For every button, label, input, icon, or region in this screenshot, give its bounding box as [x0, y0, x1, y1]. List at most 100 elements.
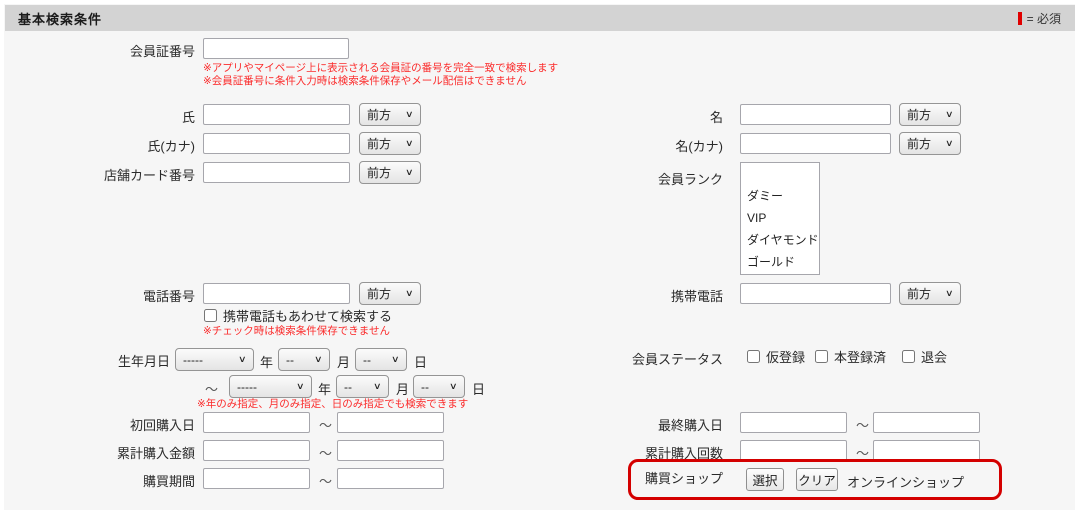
last-name-kana-match-select[interactable]: 前方 ∨	[359, 132, 421, 155]
first-purchase-tilde: ～	[319, 418, 333, 433]
birthdate-from-month-select[interactable]: -- ∨	[278, 348, 330, 371]
last-purchase-label: 最終購入日	[657, 418, 723, 433]
first-purchase-to-input[interactable]	[337, 412, 444, 433]
store-card-label: 店舗カード番号	[103, 168, 195, 183]
section-title: 基本検索条件	[18, 11, 103, 27]
member-card-label: 会員証番号	[129, 44, 195, 59]
chevron-down-icon: ∨	[238, 354, 247, 364]
listbox-option[interactable]: VIP	[741, 207, 819, 229]
required-legend-label: = 必須	[1026, 11, 1061, 26]
total-amount-to-input[interactable]	[337, 440, 444, 461]
member-status-provisional-checkbox[interactable]	[747, 350, 760, 363]
listbox-option[interactable]: ダイヤモンド	[741, 229, 819, 251]
last-name-kana-input[interactable]	[203, 133, 350, 154]
chevron-down-icon: ∨	[945, 138, 954, 148]
birthdate-from-day-value: --	[363, 352, 371, 367]
first-name-match-value: 前方	[907, 108, 932, 122]
last-purchase-from-input[interactable]	[740, 412, 847, 433]
last-name-match-select[interactable]: 前方 ∨	[359, 103, 421, 126]
basic-search-form: 基本検索条件 = 必須 会員証番号 ※アプリやマイページ上に表示される会員証の番…	[0, 0, 1083, 514]
first-purchase-from-input[interactable]	[203, 412, 310, 433]
first-name-kana-match-select[interactable]: 前方 ∨	[899, 132, 961, 155]
chevron-down-icon: ∨	[945, 288, 954, 298]
form-panel	[4, 4, 1075, 510]
birthdate-from-day-select[interactable]: -- ∨	[355, 348, 407, 371]
member-card-note-2: ※会員証番号に条件入力時は検索条件保存やメール配信はできません	[203, 75, 527, 87]
last-name-kana-match-value: 前方	[367, 137, 392, 151]
first-purchase-label: 初回購入日	[129, 418, 195, 433]
purchase-shop-select-button[interactable]: 選択	[746, 468, 784, 491]
listbox-option[interactable]	[741, 163, 819, 185]
phone-match-select[interactable]: 前方 ∨	[359, 282, 421, 305]
birthdate-to-year-suffix: 年	[318, 382, 332, 397]
last-purchase-tilde: ～	[856, 418, 870, 433]
first-name-input[interactable]	[740, 104, 891, 125]
member-rank-listbox[interactable]: ダミー VIP ダイヤモンド ゴールド	[740, 162, 820, 275]
birthdate-from-month-value: --	[286, 352, 294, 367]
member-status-option-withdrawn: 退会	[902, 347, 947, 366]
birthdate-to-day-select[interactable]: -- ∨	[413, 375, 465, 398]
chevron-down-icon: ∨	[945, 109, 954, 119]
birthdate-from-year-value: -----	[183, 352, 203, 367]
birthdate-from-year-select[interactable]: ----- ∨	[175, 348, 254, 371]
last-name-label: 氏	[181, 110, 195, 125]
birthdate-note: ※年のみ指定、月のみ指定、日のみ指定でも検索できます	[197, 398, 469, 410]
birthdate-to-year-select[interactable]: ----- ∨	[229, 375, 312, 398]
phone-input[interactable]	[203, 283, 350, 304]
member-status-provisional-label: 仮登録	[766, 350, 806, 365]
mobile-match-value: 前方	[907, 287, 932, 301]
member-card-note-1: ※アプリやマイページ上に表示される会員証の番号を完全一致で検索します	[203, 62, 559, 74]
required-marker-icon	[1017, 11, 1022, 25]
mobile-match-select[interactable]: 前方 ∨	[899, 282, 961, 305]
phone-label: 電話番号	[142, 289, 195, 304]
birthdate-from-month-suffix: 月	[337, 355, 351, 370]
purchase-shop-clear-button[interactable]: クリア	[796, 468, 838, 491]
first-name-kana-label: 名(カナ)	[675, 139, 723, 154]
listbox-option[interactable]: ゴールド	[741, 251, 819, 273]
total-amount-label: 累計購入金額	[116, 446, 195, 461]
store-card-match-value: 前方	[367, 166, 392, 180]
chevron-down-icon: ∨	[405, 138, 414, 148]
purchase-period-to-input[interactable]	[337, 468, 444, 489]
store-card-match-select[interactable]: 前方 ∨	[359, 161, 421, 184]
total-count-to-input[interactable]	[873, 440, 980, 461]
purchase-shop-label: 購買ショップ	[644, 471, 723, 486]
last-purchase-to-input[interactable]	[873, 412, 980, 433]
member-card-input[interactable]	[203, 38, 349, 59]
member-rank-label: 会員ランク	[657, 172, 723, 187]
listbox-option[interactable]: ダミー	[741, 185, 819, 207]
birthdate-to-day-suffix: 日	[472, 382, 486, 397]
birthdate-to-month-select[interactable]: -- ∨	[336, 375, 389, 398]
purchase-shop-value: オンラインショップ	[847, 475, 965, 490]
member-status-withdrawn-label: 退会	[921, 350, 948, 365]
birthdate-from-year-suffix: 年	[260, 355, 274, 370]
birthdate-range-tilde: ～	[205, 382, 219, 397]
total-count-tilde: ～	[856, 446, 870, 461]
last-name-input[interactable]	[203, 104, 350, 125]
chevron-down-icon: ∨	[405, 167, 414, 177]
last-name-kana-label: 氏(カナ)	[147, 139, 195, 154]
first-name-label: 名	[709, 110, 723, 125]
first-name-kana-input[interactable]	[740, 133, 891, 154]
total-amount-from-input[interactable]	[203, 440, 310, 461]
mobile-input[interactable]	[740, 283, 891, 304]
required-legend: = 必須	[1017, 10, 1061, 27]
total-count-from-input[interactable]	[740, 440, 847, 461]
member-status-withdrawn-checkbox[interactable]	[902, 350, 915, 363]
chevron-down-icon: ∨	[314, 354, 323, 364]
purchase-period-from-input[interactable]	[203, 468, 310, 489]
member-status-label: 会員ステータス	[631, 352, 723, 367]
section-titlebar: 基本検索条件 = 必須	[5, 5, 1075, 31]
birthdate-to-month-value: --	[344, 379, 352, 394]
purchase-period-tilde: ～	[319, 474, 333, 489]
store-card-input[interactable]	[203, 162, 350, 183]
chevron-down-icon: ∨	[449, 381, 458, 391]
member-status-registered-checkbox[interactable]	[815, 350, 828, 363]
member-status-option-registered: 本登録済	[815, 347, 886, 366]
phone-include-mobile-option: 携帯電話もあわせて検索する	[204, 306, 392, 325]
phone-include-mobile-checkbox[interactable]	[204, 309, 217, 322]
first-name-kana-match-value: 前方	[907, 137, 932, 151]
first-name-match-select[interactable]: 前方 ∨	[899, 103, 961, 126]
phone-include-mobile-label: 携帯電話もあわせて検索する	[223, 309, 393, 324]
phone-note: ※チェック時は検索条件保存できません	[203, 325, 390, 337]
